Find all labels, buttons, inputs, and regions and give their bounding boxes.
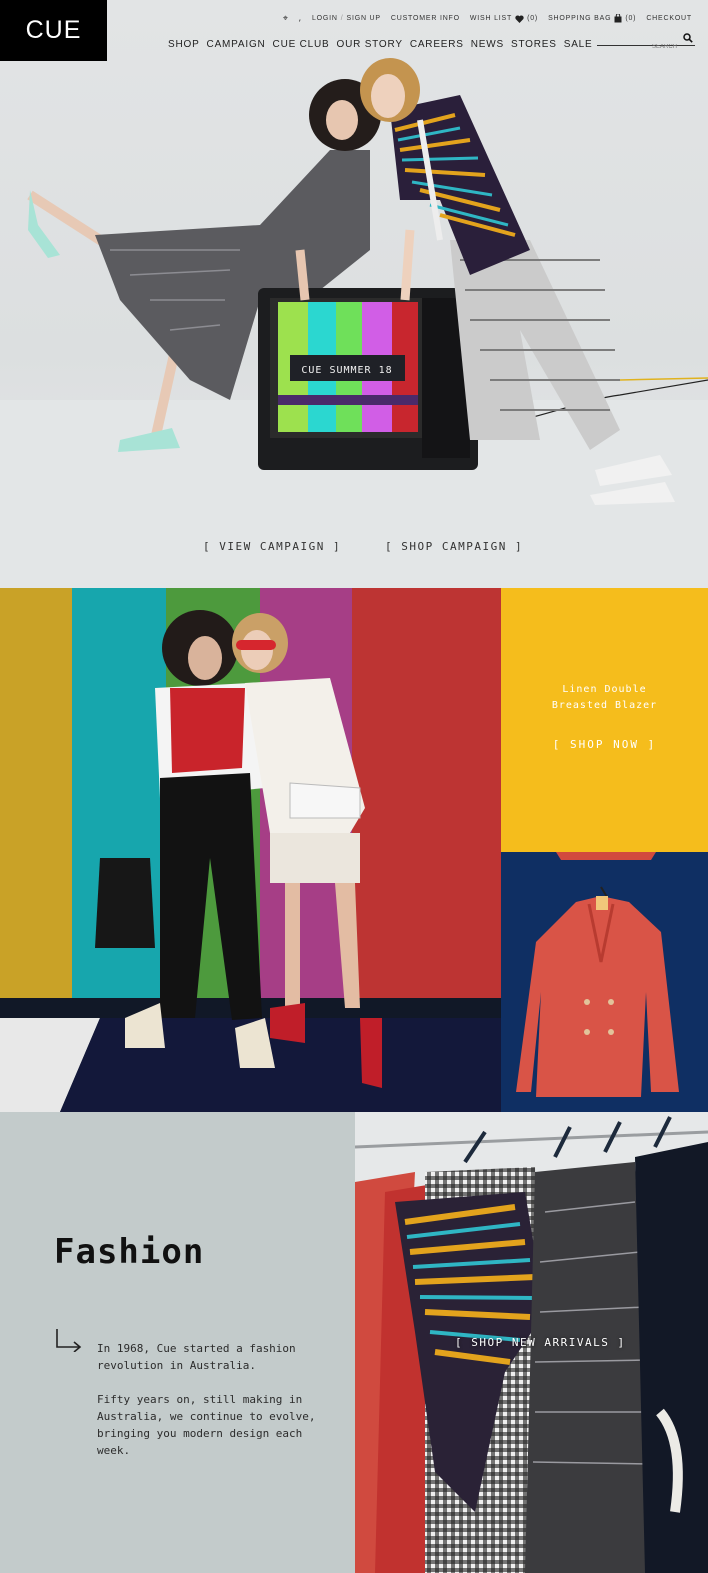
nav-item-careers[interactable]: CAREERS: [410, 39, 464, 50]
customer-info-link[interactable]: CUSTOMER INFO: [391, 15, 460, 22]
hero-campaign-image: CUE SUMMER 18: [0, 58, 708, 588]
fashion-heading: Fashion: [54, 1232, 205, 1272]
hero-section: CUE SUMMER 18 CUE ⌖ ⸴ LOGIN / SIGN UP CU…: [0, 0, 708, 588]
nav-item-campaign[interactable]: CAMPAIGN: [207, 39, 266, 50]
shop-now-button[interactable]: [ SHOP NOW ]: [553, 738, 656, 751]
blazer-product-image[interactable]: [501, 852, 708, 1112]
shopping-bag-link[interactable]: SHOPPING BAG (0): [548, 14, 636, 23]
brand-logo[interactable]: CUE: [0, 0, 107, 61]
nav-item-sale[interactable]: SALE: [564, 39, 593, 50]
tv-screen-text: CUE SUMMER 18: [301, 365, 392, 376]
search-input[interactable]: [597, 44, 677, 50]
search-icon[interactable]: [683, 33, 693, 43]
bag-icon: [614, 14, 622, 23]
promo-title-line-2: Breasted Blazer: [551, 699, 658, 711]
models-image: [0, 588, 501, 1112]
red-blazer-image: [516, 852, 679, 1097]
view-campaign-button[interactable]: [ VIEW CAMPAIGN ]: [203, 540, 341, 553]
blazer-promo-card[interactable]: Linen Double Breasted Blazer [ SHOP NOW …: [501, 588, 708, 852]
shop-new-arrivals-button[interactable]: [ SHOP NEW ARRIVALS ]: [455, 1336, 626, 1349]
promo-title-line-1: Linen Double: [562, 683, 647, 695]
wish-list-link[interactable]: WISH LIST (0): [469, 14, 539, 23]
promo-title: Linen Double Breasted Blazer: [552, 682, 657, 714]
colour-stripes-campaign-image[interactable]: [0, 588, 501, 1112]
signup-link[interactable]: SIGN UP: [346, 15, 380, 22]
checkout-link[interactable]: CHECKOUT: [646, 15, 692, 22]
nav-item-stores[interactable]: STORES: [511, 39, 557, 50]
nav-item-shop[interactable]: SHOP: [168, 39, 200, 50]
fashion-paragraph-2: Fifty years on, still making in Australi…: [97, 1393, 316, 1457]
corner-arrow-icon: [56, 1329, 82, 1352]
logo-text: CUE: [25, 16, 82, 44]
shopping-bag-label: SHOPPING BAG: [548, 15, 612, 22]
wish-list-count: (0): [527, 15, 539, 22]
language-toggle-icon[interactable]: ⸴: [299, 12, 302, 25]
search-box: [597, 33, 695, 50]
separator: /: [340, 15, 344, 22]
shopping-bag-count: (0): [625, 15, 637, 22]
nav-item-cue-club[interactable]: CUE CLUB: [273, 39, 330, 50]
main-navigation: SHOP CAMPAIGN CUE CLUB OUR STORY CAREERS…: [168, 39, 593, 50]
store-location-icon[interactable]: ⌖: [283, 13, 289, 24]
login-link[interactable]: LOGIN: [312, 15, 338, 22]
account-links: LOGIN / SIGN UP: [312, 15, 381, 22]
utility-bar: ⌖ ⸴ LOGIN / SIGN UP CUSTOMER INFO WISH L…: [283, 12, 692, 25]
heart-icon: [515, 14, 524, 23]
fashion-paragraph-1: In 1968, Cue started a fashion revolutio…: [97, 1342, 296, 1372]
shop-campaign-button[interactable]: [ SHOP CAMPAIGN ]: [385, 540, 523, 553]
nav-item-our-story[interactable]: OUR STORY: [337, 39, 403, 50]
nav-item-news[interactable]: NEWS: [471, 39, 504, 50]
wish-list-label: WISH LIST: [469, 15, 513, 22]
fashion-story-copy: In 1968, Cue started a fashion revolutio…: [97, 1340, 327, 1459]
